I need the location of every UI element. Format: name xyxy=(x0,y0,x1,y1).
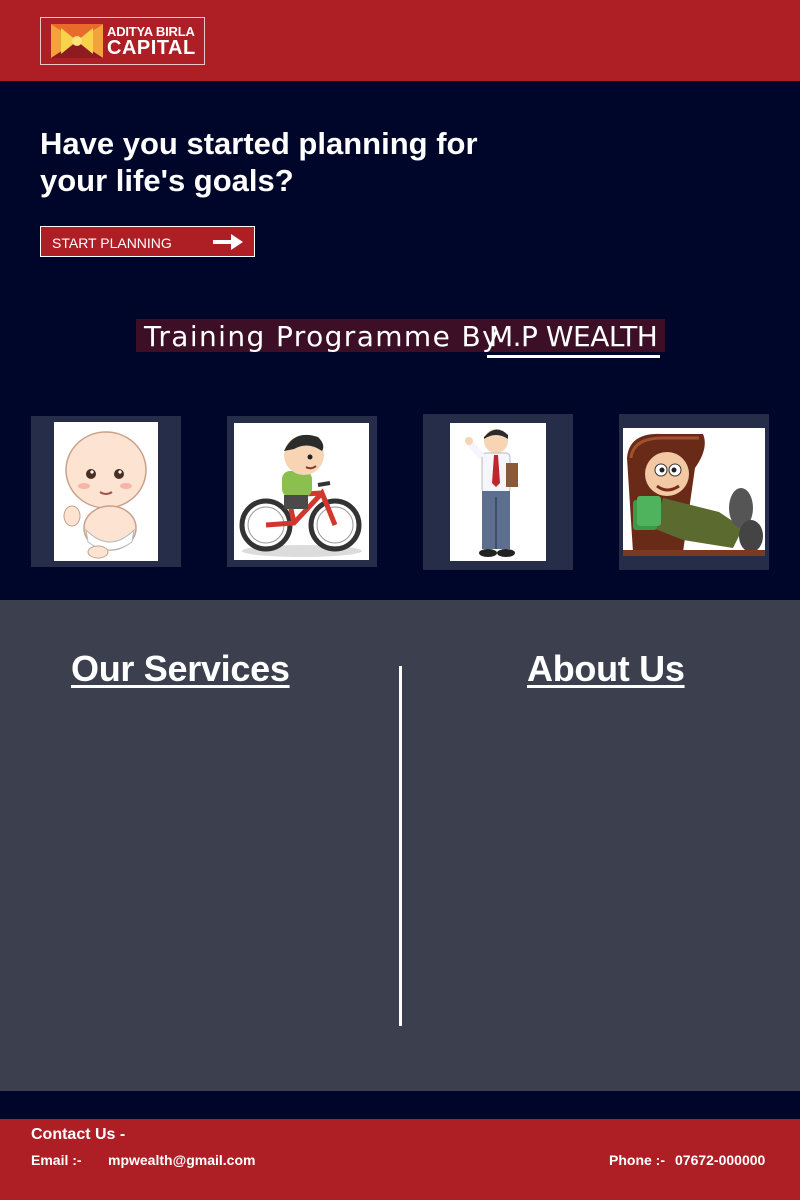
about-us-heading[interactable]: About Us xyxy=(527,648,685,690)
footer: Contact Us - Email :- mpwealth@gmail.com… xyxy=(0,1119,800,1200)
contact-us-title: Contact Us - xyxy=(31,1126,126,1143)
column-divider xyxy=(399,666,402,1026)
baby-illustration xyxy=(54,422,158,561)
life-stage-tile-retiree[interactable] xyxy=(619,414,769,570)
logo-text-capital: CAPITAL xyxy=(107,37,196,59)
email-link[interactable]: mpwealth@gmail.com xyxy=(108,1152,255,1168)
phone-label: Phone :- xyxy=(609,1152,665,1168)
hero-title: Have you started planning for your life'… xyxy=(40,125,540,199)
footer-spacer xyxy=(0,1091,800,1119)
wealthy-retiree-illustration xyxy=(623,428,765,556)
services-about-section: Our Services About Us xyxy=(0,600,800,1091)
phone-link[interactable]: 07672-000000 xyxy=(675,1152,765,1168)
child-on-bicycle-illustration xyxy=(234,423,369,560)
hero-section: Have you started planning for your life'… xyxy=(0,81,800,600)
brand-logo[interactable]: ADITYA BIRLA CAPITAL xyxy=(40,17,205,65)
mp-wealth-underline xyxy=(487,355,660,358)
training-programme-banner: Training Programme By M.P WEALTH xyxy=(136,319,665,358)
hero-title-line-1: Have you started planning for xyxy=(40,126,478,161)
top-bar: ADITYA BIRLA CAPITAL xyxy=(0,0,800,81)
life-stage-tile-baby[interactable] xyxy=(31,416,181,567)
life-stage-tile-professional[interactable] xyxy=(423,414,573,570)
training-programme-label: Training Programme By xyxy=(144,320,501,353)
our-services-heading[interactable]: Our Services xyxy=(71,648,290,690)
start-planning-button[interactable]: START PLANNING xyxy=(40,226,255,257)
young-professional-illustration xyxy=(450,423,546,561)
mp-wealth-label: M.P WEALTH xyxy=(489,320,658,353)
life-stage-tile-child[interactable] xyxy=(227,416,377,567)
arrow-right-icon xyxy=(213,234,243,250)
aditya-birla-sun-logo-icon xyxy=(51,24,103,58)
start-planning-label: START PLANNING xyxy=(52,235,172,251)
email-label: Email :- xyxy=(31,1152,82,1168)
hero-title-line-2: your life's goals? xyxy=(40,163,294,198)
